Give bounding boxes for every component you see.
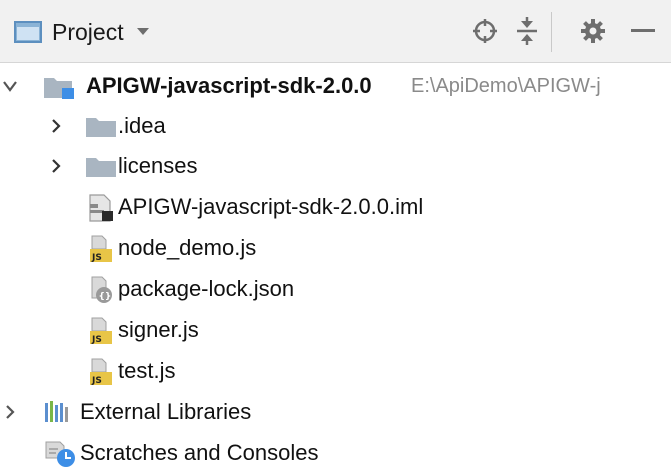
tree-item-package-lock-json[interactable]: {} package-lock.json — [0, 269, 671, 309]
tree-item-signer-js[interactable]: JS signer.js — [0, 310, 671, 350]
locate-file-button[interactable] — [470, 16, 500, 46]
tree-item-iml[interactable]: APIGW-javascript-sdk-2.0.0.iml — [0, 187, 671, 227]
root-project-name: APIGW-javascript-sdk-2.0.0 — [86, 73, 372, 98]
chevron-right-icon[interactable] — [48, 156, 64, 176]
settings-button[interactable] — [578, 16, 608, 46]
tree-item-label: licenses — [118, 153, 198, 178]
toolbar-separator — [551, 12, 552, 52]
project-view-title: Project — [52, 18, 124, 45]
module-folder-icon — [44, 78, 74, 99]
library-icon — [45, 401, 68, 422]
gear-icon — [581, 19, 605, 43]
folder-window-icon — [14, 21, 42, 43]
tree-external-libraries[interactable]: External Libraries — [0, 392, 671, 432]
js-file-icon: JS — [90, 317, 112, 345]
tree-item-label: Scratches and Consoles — [80, 440, 319, 465]
tree-item-label: test.js — [118, 358, 176, 383]
collapse-all-button[interactable] — [512, 16, 542, 46]
chevron-down-icon — [136, 28, 149, 35]
folder-icon — [86, 158, 116, 177]
svg-text:JS: JS — [91, 376, 102, 386]
tree-item-label: .idea — [118, 113, 166, 138]
tree-item-node-demo-js[interactable]: JS node_demo.js — [0, 228, 671, 268]
tree-item-idea[interactable]: .idea — [0, 106, 671, 146]
chevron-right-icon[interactable] — [48, 116, 64, 136]
tree-scratches-consoles[interactable]: Scratches and Consoles — [0, 433, 671, 472]
hide-button[interactable] — [628, 16, 658, 46]
js-file-icon: JS — [90, 358, 112, 386]
tool-window-header: Project — [0, 0, 671, 63]
tree-item-label: External Libraries — [80, 399, 252, 424]
tree-item-test-js[interactable]: JS test.js — [0, 351, 671, 391]
tree-item-label: signer.js — [118, 317, 199, 342]
svg-text:JS: JS — [91, 253, 102, 263]
locate-icon — [473, 19, 497, 43]
project-view-selector[interactable]: Project — [14, 14, 150, 50]
chevron-down-icon[interactable] — [2, 76, 18, 96]
tree-item-label: package-lock.json — [118, 276, 295, 301]
iml-file-icon — [89, 194, 113, 222]
js-file-icon: JS — [90, 235, 112, 263]
svg-text:{}: {} — [99, 292, 112, 302]
chevron-right-icon[interactable] — [2, 402, 18, 422]
svg-text:JS: JS — [91, 335, 102, 345]
json-file-icon: {} — [91, 276, 112, 303]
project-tool-window: Project APIGW-javascript-sdk-2.0.0 E:\Ap… — [0, 0, 671, 472]
tree-root-project[interactable]: APIGW-javascript-sdk-2.0.0 E:\ApiDemo\AP… — [0, 66, 671, 106]
tree-item-label: APIGW-javascript-sdk-2.0.0.iml — [118, 194, 424, 219]
collapse-all-icon — [517, 17, 537, 45]
tree-item-label: node_demo.js — [118, 235, 257, 260]
root-project-path: E:\ApiDemo\APIGW-j — [411, 74, 601, 97]
tree-item-licenses[interactable]: licenses — [0, 146, 671, 186]
scratches-icon — [45, 441, 75, 467]
folder-icon — [86, 118, 116, 137]
minimize-icon — [631, 29, 655, 32]
